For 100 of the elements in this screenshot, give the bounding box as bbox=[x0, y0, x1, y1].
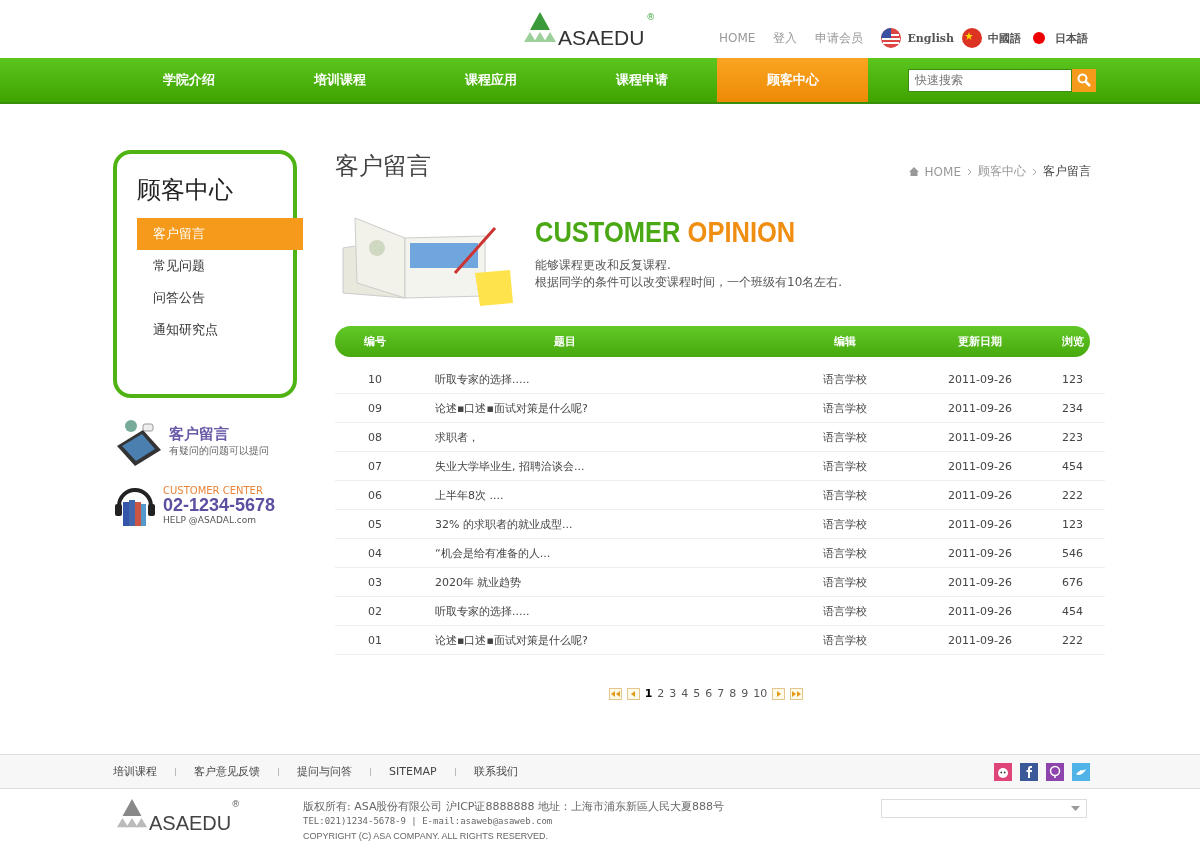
column-header: 题目 bbox=[553, 334, 577, 349]
footer-link[interactable]: 联系我们 bbox=[473, 764, 518, 779]
table-cell-text: 01 bbox=[367, 633, 383, 647]
phone-number: 02-1234-5678 bbox=[163, 495, 276, 516]
chevron-icon bbox=[1032, 167, 1037, 176]
post-title-link[interactable]: 2020年 就业趋势 bbox=[415, 574, 765, 590]
post-title-link[interactable]: 上半年8次 .... bbox=[415, 487, 765, 503]
sidebar-item[interactable]: 问答公告 bbox=[137, 282, 303, 314]
left-arrow-icon bbox=[630, 690, 636, 697]
banner-text: 能够课程更改和反复课程. bbox=[535, 257, 672, 274]
page-link[interactable]: 10 bbox=[753, 687, 768, 700]
post-title-link[interactable]: 论述▪口述▪面试对策是什么呢? bbox=[415, 400, 765, 416]
table-cell-text: 2011-09-26 bbox=[947, 372, 1013, 386]
footer-link[interactable]: 培训课程 bbox=[113, 764, 157, 779]
table-cell-text: 07 bbox=[367, 459, 383, 473]
post-title-link[interactable]: 求职者， bbox=[415, 429, 765, 445]
table-cell-text: 10 bbox=[367, 372, 383, 386]
post-title-link[interactable]: 失业大学毕业生, 招聘洽谈会... bbox=[415, 458, 765, 474]
post-title-link[interactable]: 32% 的求职者的就业成型... bbox=[415, 516, 765, 532]
table-cell-text: 06 bbox=[367, 488, 383, 502]
table-cell-text: 2011-09-26 bbox=[947, 401, 1013, 415]
sidebar-title: 顾客中心 bbox=[136, 175, 234, 206]
previous-page-button[interactable] bbox=[626, 687, 640, 700]
table-cell-text: 语言学校 bbox=[822, 400, 868, 416]
facebook-icon[interactable] bbox=[1020, 762, 1038, 781]
language-link[interactable]: 日本語 bbox=[1055, 30, 1088, 46]
table-cell-text: 语言学校 bbox=[822, 371, 868, 387]
page-link[interactable]: 4 bbox=[681, 687, 689, 700]
family-site-select[interactable] bbox=[881, 799, 1087, 818]
promo-subtitle: 有疑问的问题可以提问 bbox=[169, 443, 269, 458]
sidebar-item[interactable]: 常见问题 bbox=[137, 250, 303, 282]
table-cell-text: 语言学校 bbox=[822, 516, 868, 532]
logo-text[interactable]: ASAEDU bbox=[558, 27, 645, 48]
promo-title[interactable]: 客户留言 bbox=[169, 424, 269, 444]
caret-icon bbox=[1071, 806, 1080, 811]
footer-text: TEL:021)1234-5678-9 | E-mail:asaweb@asaweb.com bbox=[303, 815, 554, 828]
table-cell-text: 语言学校 bbox=[822, 429, 868, 445]
banner-title: OPINION bbox=[687, 215, 796, 248]
table-cell-text: 02 bbox=[367, 604, 383, 618]
post-title-link[interactable]: 听取专家的选择..... bbox=[415, 371, 765, 387]
table-cell-text: 454 bbox=[1061, 459, 1084, 473]
location-pin-icon[interactable] bbox=[1046, 762, 1064, 781]
table-cell-text: 语言学校 bbox=[822, 487, 868, 503]
next-page-button[interactable] bbox=[772, 687, 786, 700]
footer-link[interactable]: SITEMAP bbox=[389, 765, 437, 778]
table-cell-text: 123 bbox=[1061, 372, 1084, 386]
china-flag-icon bbox=[962, 28, 982, 48]
table-cell-text: 04 bbox=[367, 546, 383, 560]
sidebar-item[interactable]: 通知研究点 bbox=[137, 314, 303, 346]
page-link[interactable]: 6 bbox=[705, 687, 713, 700]
post-title-link[interactable]: 听取专家的选择..... bbox=[415, 603, 765, 619]
post-title-link[interactable]: 论述▪口述▪面试对策是什么呢? bbox=[415, 632, 765, 648]
page-link[interactable]: 5 bbox=[693, 687, 701, 700]
page-link[interactable]: 7 bbox=[717, 687, 725, 700]
table-cell-text: 2011-09-26 bbox=[947, 430, 1013, 444]
double-right-arrow-icon bbox=[792, 690, 802, 697]
page-link[interactable]: 2 bbox=[657, 687, 665, 700]
page-link[interactable]: 9 bbox=[741, 687, 749, 700]
face-icon[interactable] bbox=[994, 762, 1012, 781]
page-link[interactable]: 3 bbox=[669, 687, 677, 700]
customer-center-label: CUSTOMER CENTER bbox=[163, 484, 264, 496]
table-cell-text: 05 bbox=[367, 517, 383, 531]
registered-mark: ® bbox=[646, 12, 656, 22]
table-cell-text: 08 bbox=[367, 430, 383, 444]
table-cell-text: 语言学校 bbox=[822, 545, 868, 561]
home-icon bbox=[908, 167, 919, 176]
breadcrumb-link[interactable]: 客户留言 bbox=[1043, 163, 1091, 180]
table-cell-text: 语言学校 bbox=[822, 458, 868, 474]
table-cell-text: 2011-09-26 bbox=[947, 517, 1013, 531]
table-cell-text: 2011-09-26 bbox=[947, 633, 1013, 647]
language-link[interactable]: 中國語 bbox=[988, 30, 1021, 46]
right-arrow-icon bbox=[776, 690, 782, 697]
footer-logo-text: ASAEDU bbox=[149, 813, 232, 833]
table-cell-text: 123 bbox=[1061, 517, 1084, 531]
table-cell-text: 语言学校 bbox=[822, 574, 868, 590]
table-cell-text: 09 bbox=[367, 401, 383, 415]
bird-icon[interactable] bbox=[1072, 762, 1090, 781]
table-cell-text: 546 bbox=[1061, 546, 1084, 560]
post-title-link[interactable]: “机会是给有准备的人... bbox=[415, 545, 765, 561]
column-header: 编号 bbox=[363, 334, 387, 349]
search-button[interactable] bbox=[1072, 68, 1096, 92]
table-cell-text: 2011-09-26 bbox=[947, 459, 1013, 473]
footer-link[interactable]: 客户意见反馈 bbox=[194, 764, 260, 779]
last-page-button[interactable] bbox=[790, 687, 804, 700]
table-cell-text: 语言学校 bbox=[822, 632, 868, 648]
search-field[interactable]: 快速搜索 bbox=[908, 68, 1072, 92]
table-cell-text: 222 bbox=[1061, 633, 1084, 647]
page-link[interactable]: 1 bbox=[644, 687, 653, 700]
language-link[interactable]: English bbox=[907, 31, 954, 45]
page-link[interactable]: 8 bbox=[729, 687, 737, 700]
registered-mark: ® bbox=[231, 799, 241, 809]
page-title: 客户留言 bbox=[335, 151, 431, 182]
table-cell-text: 语言学校 bbox=[822, 603, 868, 619]
footer-link[interactable]: 提问与问答 bbox=[297, 764, 352, 779]
first-page-button[interactable] bbox=[608, 687, 622, 700]
footer-text: COPYRIGHT (C) ASA COMPANY. ALL RIGHTS RESERVED. bbox=[303, 830, 550, 843]
us-flag-icon bbox=[881, 28, 902, 48]
footer-text: 版权所有: ASA股份有限公司 沪ICP证8888888 地址：上海市浦东新區人民大夏888号 bbox=[303, 799, 725, 814]
column-header: 更新日期 bbox=[957, 334, 1003, 349]
help-email: HELP @ASADAL.com bbox=[163, 515, 257, 526]
